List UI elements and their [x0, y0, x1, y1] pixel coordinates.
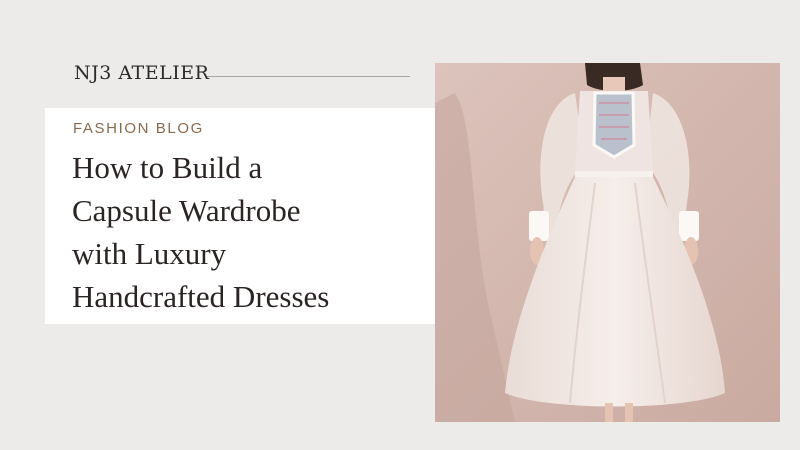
- title-line-4: Handcrafted Dresses: [72, 279, 330, 314]
- dress-illustration: [435, 63, 780, 422]
- category-label[interactable]: FASHION BLOG: [73, 120, 204, 137]
- brand-logo[interactable]: NJ3 ATELIER: [74, 62, 209, 84]
- title-line-2: Capsule Wardrobe: [72, 193, 301, 228]
- header-divider: [207, 76, 410, 77]
- title-line-1: How to Build a: [72, 150, 263, 185]
- title-line-3: with Luxury: [72, 236, 227, 271]
- post-title: How to Build a Capsule Wardrobe with Lux…: [72, 146, 432, 318]
- title-card: FASHION BLOG How to Build a Capsule Ward…: [45, 108, 441, 324]
- hero-image: [435, 63, 780, 422]
